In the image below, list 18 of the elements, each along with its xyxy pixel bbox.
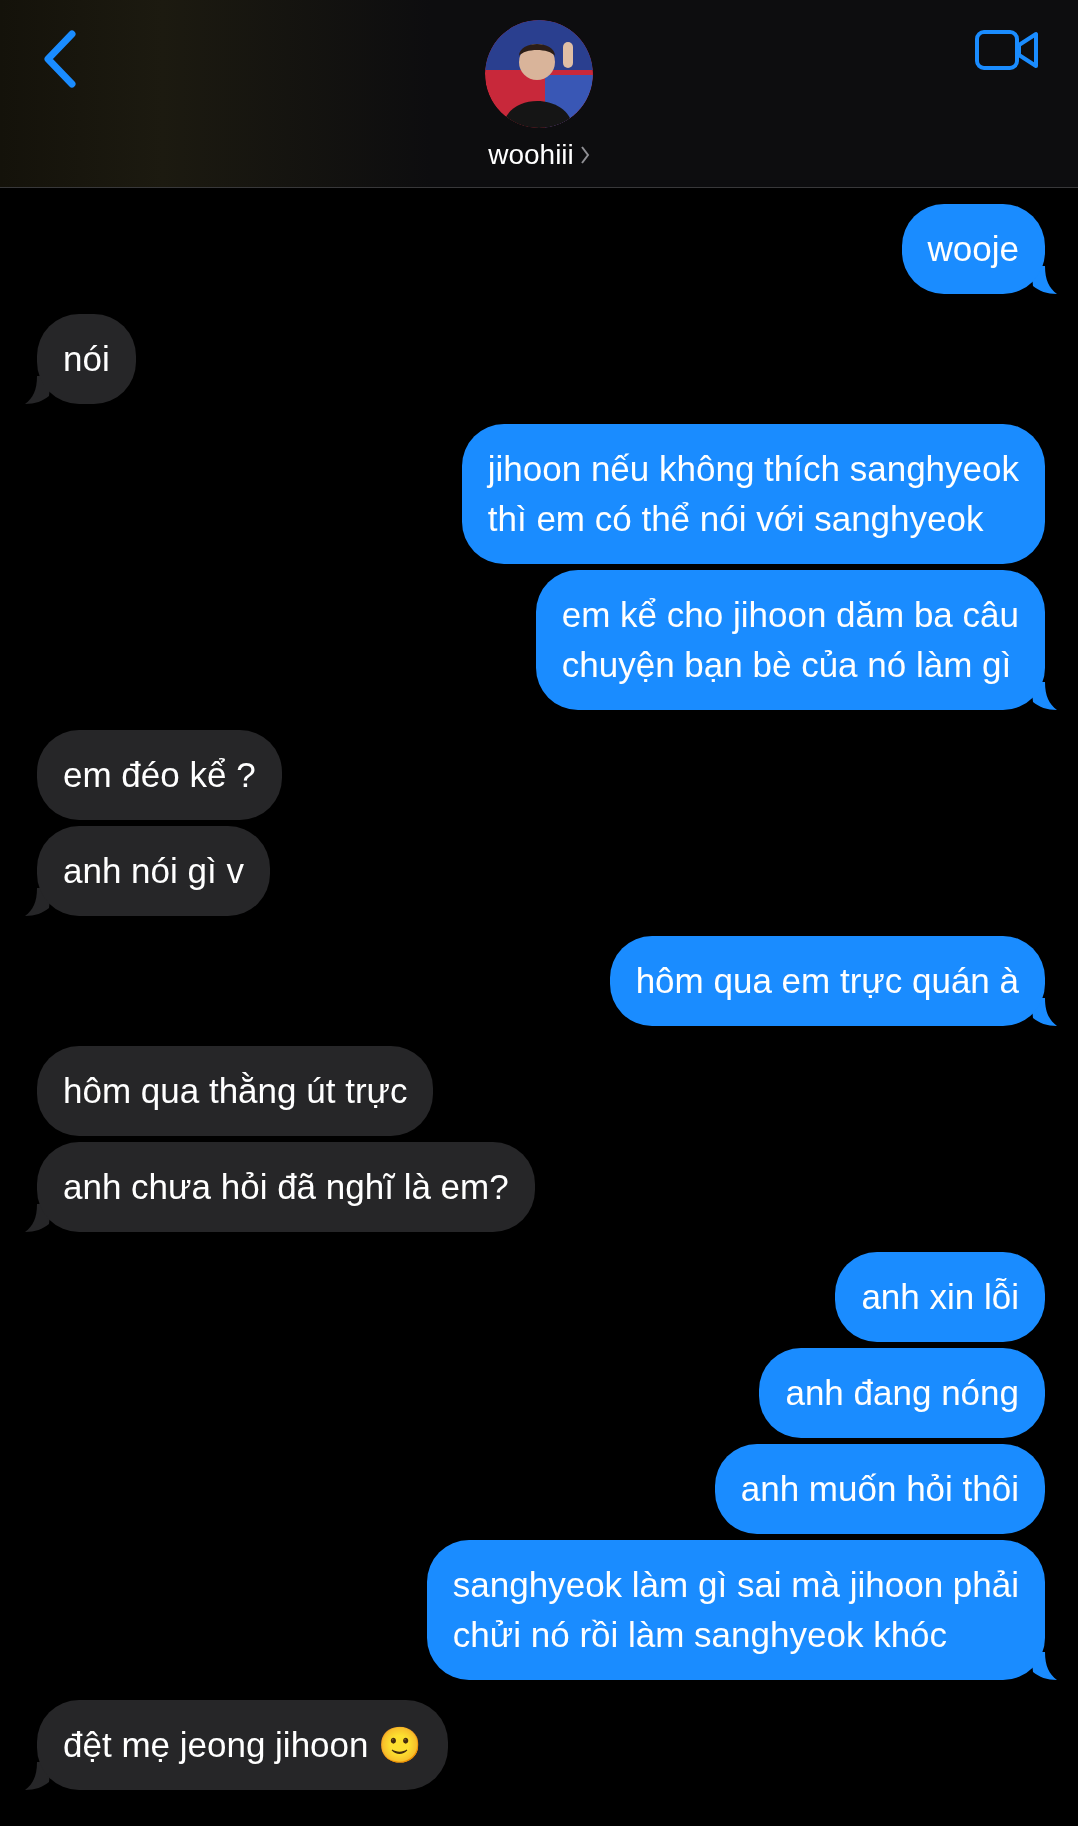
- message-bubble: jihoon nếu không thích sanghyeok thì em có thể nói với sanghyeok: [461, 424, 1045, 564]
- message-bubble: anh chưa hỏi đã nghĩ là em?: [37, 1142, 535, 1232]
- message-bubble: anh xin lỗi: [835, 1252, 1045, 1342]
- message-bubble: anh nói gì v: [37, 826, 270, 916]
- message-bubble: hôm qua thằng út trực: [37, 1046, 434, 1136]
- message-bubble: anh đang nóng: [759, 1348, 1045, 1438]
- message-bubble: sanghyeok làm gì sai mà jihoon phải chửi nó rồi làm sanghyeok khóc: [426, 1540, 1045, 1680]
- message-bubble: em đéo kể ?: [37, 730, 282, 820]
- message-bubble: hôm qua em trực quán à: [609, 936, 1045, 1026]
- message-bubble: anh muốn hỏi thôi: [714, 1444, 1045, 1534]
- message-bubble: wooje: [901, 204, 1045, 294]
- chevron-right-icon[interactable]: [579, 145, 590, 165]
- contact-name[interactable]: woohiii: [488, 138, 574, 172]
- video-call-icon[interactable]: [974, 28, 1040, 72]
- message-bubble: em kể cho jihoon dăm ba câu chuyện bạn bè của nó làm gì: [535, 570, 1045, 710]
- message-bubble: đệt mẹ jeong jihoon 🙂: [37, 1700, 449, 1790]
- message-bubble: nói: [37, 314, 136, 404]
- back-icon[interactable]: [42, 30, 78, 88]
